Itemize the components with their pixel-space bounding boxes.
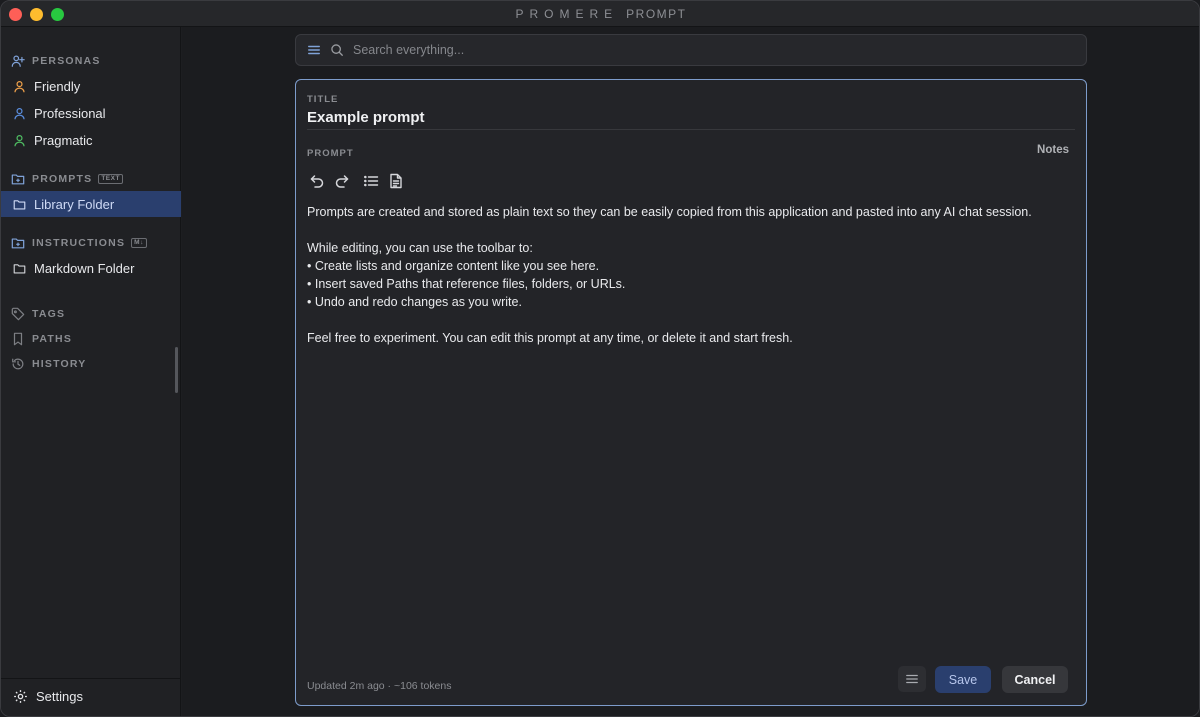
folder-label: Library Folder: [34, 196, 115, 212]
list-item: • Create lists and organize content like…: [307, 259, 600, 273]
list-item: • Insert saved Paths that reference file…: [307, 277, 626, 291]
history-header: HISTORY: [32, 358, 87, 370]
persona-professional[interactable]: Professional: [1, 100, 181, 126]
redo-icon[interactable]: [334, 173, 350, 189]
persona-label: Pragmatic: [34, 132, 93, 148]
prompt-label: PROMPT: [307, 148, 354, 159]
prompt-editor: TITLE Example prompt PROMPT Notes Prompt…: [295, 79, 1087, 706]
history-icon: [12, 358, 24, 370]
folder-icon: [13, 199, 26, 210]
divider: [307, 129, 1075, 130]
app-brand: PROMERE: [515, 7, 619, 21]
editor-toolbar: [309, 173, 404, 189]
user-icon: [14, 80, 25, 92]
sidebar: PERSONAS Friendly Professional Pragmatic…: [1, 27, 181, 716]
app-subtitle: PROMPT: [626, 7, 687, 21]
search-icon: [331, 44, 343, 56]
search-bar[interactable]: Search everything...: [295, 34, 1087, 66]
persona-pragmatic[interactable]: Pragmatic: [1, 127, 181, 153]
bookmark-icon: [13, 332, 23, 346]
section-prompts[interactable]: PROMPTS TEXT: [1, 168, 181, 190]
list-icon[interactable]: [363, 173, 379, 189]
undo-icon[interactable]: [309, 173, 325, 189]
folder-plus-icon: [11, 238, 25, 249]
add-user-icon: [11, 55, 25, 67]
settings-label: Settings: [36, 688, 83, 704]
status-text: Updated 2m ago · ~106 tokens: [307, 680, 452, 692]
app-title: PROMERE PROMPT: [1, 7, 1199, 21]
user-icon: [14, 107, 25, 119]
menu-icon[interactable]: [307, 43, 321, 57]
cancel-button[interactable]: Cancel: [1002, 666, 1068, 693]
paragraph: While editing, you can use the toolbar t…: [307, 241, 533, 255]
tags-header: TAGS: [32, 308, 66, 320]
notes-button[interactable]: Notes: [1037, 144, 1069, 156]
sidebar-item-markdown-folder[interactable]: Markdown Folder: [1, 255, 181, 281]
document-icon[interactable]: [388, 173, 404, 189]
section-personas[interactable]: PERSONAS: [1, 50, 181, 72]
folder-plus-icon: [11, 174, 25, 185]
folder-label: Markdown Folder: [34, 260, 135, 276]
paragraph: Prompts are created and stored as plain …: [307, 205, 1032, 219]
title-label: TITLE: [307, 94, 339, 105]
section-instructions[interactable]: INSTRUCTIONS M↓: [1, 232, 181, 254]
gear-icon: [14, 689, 27, 703]
menu-icon: [906, 674, 918, 684]
paths-header: PATHS: [32, 333, 73, 345]
section-paths[interactable]: PATHS: [1, 328, 181, 350]
prompt-body[interactable]: Prompts are created and stored as plain …: [307, 203, 1067, 347]
sidebar-item-library-folder[interactable]: Library Folder: [1, 191, 181, 217]
save-button[interactable]: Save: [935, 666, 991, 693]
sidebar-scrollbar[interactable]: [175, 347, 178, 393]
paragraph: Feel free to experiment. You can edit th…: [307, 331, 793, 345]
list-item: • Undo and redo changes as you write.: [307, 295, 522, 309]
user-icon: [14, 134, 25, 146]
persona-label: Professional: [34, 105, 106, 121]
section-history[interactable]: HISTORY: [1, 353, 181, 375]
divider: [1, 678, 181, 679]
folder-icon: [13, 263, 26, 274]
prompts-header: PROMPTS: [32, 173, 93, 185]
tag-icon: [11, 307, 25, 321]
title-input[interactable]: Example prompt: [307, 109, 425, 126]
search-input[interactable]: Search everything...: [353, 43, 464, 57]
format-button[interactable]: [898, 666, 926, 692]
persona-friendly[interactable]: Friendly: [1, 73, 181, 99]
title-bar: PROMERE PROMPT: [1, 1, 1199, 27]
markdown-badge: M↓: [131, 238, 147, 248]
persona-label: Friendly: [34, 78, 81, 94]
settings-button[interactable]: Settings: [1, 683, 181, 709]
personas-header: PERSONAS: [32, 55, 101, 67]
section-tags[interactable]: TAGS: [1, 303, 181, 325]
instructions-header: INSTRUCTIONS: [32, 237, 126, 249]
app-window: PROMERE PROMPT PERSONAS Friendly Professi…: [0, 0, 1200, 717]
main-panel: Search everything... TITLE Example promp…: [182, 27, 1199, 716]
text-badge: TEXT: [98, 174, 123, 184]
